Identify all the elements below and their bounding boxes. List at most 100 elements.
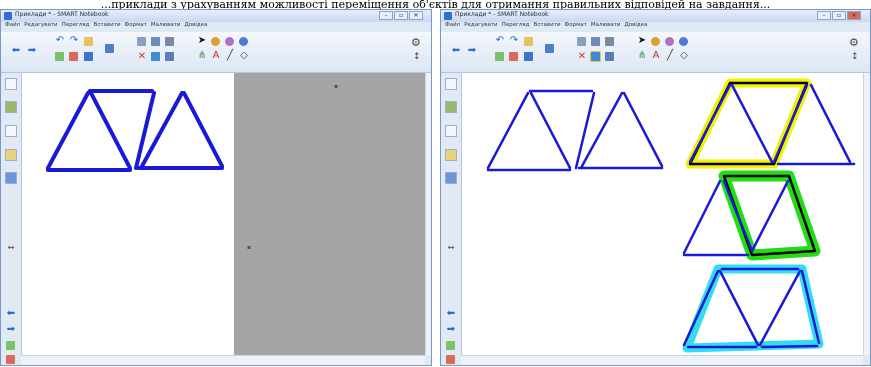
- fill-icon[interactable]: [239, 37, 248, 46]
- add-page-side-icon[interactable]: [446, 341, 455, 350]
- settings-icon[interactable]: ⚙: [411, 36, 421, 49]
- previous-page-icon[interactable]: ⬅: [446, 309, 456, 319]
- page-sorter-tab[interactable]: [5, 78, 17, 90]
- addons-tab[interactable]: [5, 172, 17, 184]
- menu-help[interactable]: Довідка: [185, 22, 208, 28]
- add-page-icon[interactable]: [495, 52, 504, 61]
- horizontal-scrollbar[interactable]: [21, 355, 425, 365]
- menu-draw[interactable]: Малювати: [151, 22, 181, 28]
- menu-view[interactable]: Перегляд: [502, 22, 530, 28]
- back-arrow-icon[interactable]: ⬅: [451, 46, 461, 56]
- shape-icon[interactable]: ◇: [239, 51, 249, 61]
- toolbar-move-icon[interactable]: ↕: [851, 52, 859, 62]
- screen-shade-icon[interactable]: [105, 44, 114, 53]
- forward-arrow-icon[interactable]: ➡: [467, 46, 477, 56]
- pen-icon[interactable]: [211, 37, 220, 46]
- delete-page-icon[interactable]: [509, 52, 518, 61]
- table-icon[interactable]: [137, 37, 146, 46]
- eraser-icon[interactable]: [225, 37, 234, 46]
- menu-edit[interactable]: Редагувати: [464, 22, 497, 28]
- open-file-icon[interactable]: [84, 37, 93, 46]
- vertical-scrollbar[interactable]: [863, 73, 870, 355]
- attachments-tab[interactable]: [445, 125, 457, 137]
- line-icon[interactable]: ╱: [665, 51, 675, 61]
- save-icon[interactable]: [524, 52, 533, 61]
- markers-icon[interactable]: ⋔: [637, 51, 647, 61]
- match-stick: [758, 269, 802, 347]
- gallery-tab[interactable]: [445, 101, 457, 113]
- left-notebook-window: Приклади * - SMART Notebook – ▫ ✕ Файл Ре…: [0, 9, 432, 366]
- close-x-icon[interactable]: ✕: [137, 52, 147, 62]
- screen-icon[interactable]: [590, 51, 601, 62]
- select-icon[interactable]: ➤: [637, 36, 647, 46]
- properties-tab[interactable]: [5, 149, 17, 161]
- capture-icon[interactable]: [605, 37, 614, 46]
- maximize-button[interactable]: ▫: [832, 11, 846, 20]
- list-icon[interactable]: [605, 52, 614, 61]
- menu-view[interactable]: Перегляд: [62, 22, 90, 28]
- line-icon[interactable]: ╱: [225, 51, 235, 61]
- right-notebook-window: Приклади * - SMART Notebook – ▫ ✕ Файл Ре…: [440, 9, 871, 366]
- whiteboard-canvas[interactable]: [462, 73, 863, 355]
- capture-icon[interactable]: [165, 37, 174, 46]
- menu-format[interactable]: Формат: [125, 22, 147, 28]
- menu-file[interactable]: Файл: [445, 22, 460, 28]
- previous-page-icon[interactable]: ⬅: [6, 309, 16, 319]
- minimize-button[interactable]: –: [379, 11, 393, 20]
- add-page-side-icon[interactable]: [6, 341, 15, 350]
- attachments-tab[interactable]: [5, 125, 17, 137]
- whiteboard-canvas[interactable]: ▪ ▪: [22, 73, 425, 355]
- panel-resize-icon[interactable]: ↔: [446, 243, 456, 253]
- forward-arrow-icon[interactable]: ➡: [27, 46, 37, 56]
- horizontal-scrollbar[interactable]: [461, 355, 863, 365]
- back-arrow-icon[interactable]: ⬅: [11, 46, 21, 56]
- menu-format[interactable]: Формат: [565, 22, 587, 28]
- properties-tab[interactable]: [445, 149, 457, 161]
- close-x-icon[interactable]: ✕: [577, 52, 587, 62]
- select-icon[interactable]: ➤: [197, 36, 207, 46]
- addons-tab[interactable]: [445, 172, 457, 184]
- page-sorter-tab[interactable]: [445, 78, 457, 90]
- menu-help[interactable]: Довідка: [625, 22, 648, 28]
- next-page-icon[interactable]: ➡: [6, 325, 16, 335]
- undo-icon[interactable]: ↶: [495, 36, 505, 46]
- close-button[interactable]: ✕: [847, 11, 861, 20]
- add-page-icon[interactable]: [55, 52, 64, 61]
- delete-page-side-icon[interactable]: [6, 355, 15, 364]
- text-icon[interactable]: A: [211, 51, 221, 61]
- redo-icon[interactable]: ↷: [509, 36, 519, 46]
- delete-page-side-icon[interactable]: [446, 355, 455, 364]
- close-button[interactable]: ✕: [409, 11, 423, 20]
- toolbar-move-icon[interactable]: ↕: [413, 52, 421, 62]
- maximize-button[interactable]: ▫: [394, 11, 408, 20]
- vertical-scrollbar[interactable]: [425, 73, 431, 355]
- open-file-icon[interactable]: [524, 37, 533, 46]
- menu-insert[interactable]: Вставити: [534, 22, 561, 28]
- redo-icon[interactable]: ↷: [69, 36, 79, 46]
- markers-icon[interactable]: ⋔: [197, 51, 207, 61]
- panel-resize-icon[interactable]: ↔: [6, 243, 16, 253]
- menu-file[interactable]: Файл: [5, 22, 20, 28]
- next-page-icon[interactable]: ➡: [446, 325, 456, 335]
- text-icon[interactable]: A: [651, 51, 661, 61]
- gallery-tab[interactable]: [5, 101, 17, 113]
- match-stick: [809, 83, 852, 164]
- menu-insert[interactable]: Вставити: [94, 22, 121, 28]
- menu-draw[interactable]: Малювати: [591, 22, 621, 28]
- screen-shade-icon[interactable]: [545, 44, 554, 53]
- shape-icon[interactable]: ◇: [679, 51, 689, 61]
- delete-page-icon[interactable]: [69, 52, 78, 61]
- menu-edit[interactable]: Редагувати: [24, 22, 57, 28]
- fill-icon[interactable]: [679, 37, 688, 46]
- list-icon[interactable]: [165, 52, 174, 61]
- eraser-icon[interactable]: [665, 37, 674, 46]
- gallery-icon[interactable]: [151, 37, 160, 46]
- settings-icon[interactable]: ⚙: [849, 36, 859, 49]
- undo-icon[interactable]: ↶: [55, 36, 65, 46]
- minimize-button[interactable]: –: [817, 11, 831, 20]
- pen-icon[interactable]: [651, 37, 660, 46]
- screen-icon[interactable]: [151, 52, 160, 61]
- table-icon[interactable]: [577, 37, 586, 46]
- save-icon[interactable]: [84, 52, 93, 61]
- gallery-icon[interactable]: [591, 37, 600, 46]
